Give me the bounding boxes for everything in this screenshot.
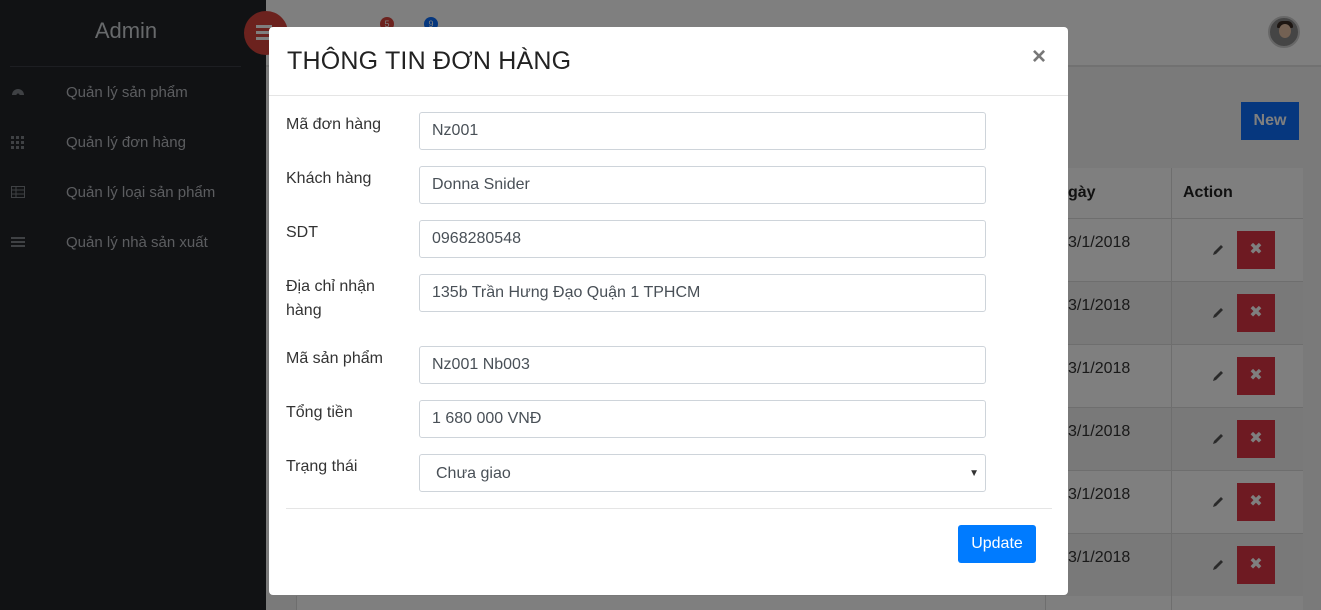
chevron-down-icon: ▼ bbox=[969, 468, 979, 479]
order-id-label: Mã đơn hàng bbox=[286, 116, 381, 133]
status-selected-value: Chưa giao bbox=[436, 465, 511, 482]
customer-field[interactable] bbox=[419, 166, 986, 204]
order-id-field[interactable] bbox=[419, 112, 986, 150]
update-button[interactable]: Update bbox=[958, 525, 1036, 563]
address-field[interactable] bbox=[419, 274, 986, 312]
total-label: Tổng tiền bbox=[286, 404, 353, 421]
modal-footer-divider bbox=[286, 508, 1052, 509]
modal-header-divider bbox=[269, 95, 1068, 96]
total-field[interactable] bbox=[419, 400, 986, 438]
status-select[interactable]: Chưa giao ▼ bbox=[419, 454, 986, 492]
phone-field[interactable] bbox=[419, 220, 986, 258]
address-label: Địa chỉ nhận hàng bbox=[286, 278, 375, 319]
phone-label: SDT bbox=[286, 224, 318, 241]
close-icon[interactable]: × bbox=[1032, 43, 1046, 71]
customer-label: Khách hàng bbox=[286, 170, 372, 187]
product-code-label: Mã sản phẩm bbox=[286, 350, 383, 367]
modal-title: THÔNG TIN ĐƠN HÀNG bbox=[287, 47, 572, 75]
order-info-modal: THÔNG TIN ĐƠN HÀNG × Mã đơn hàng Khách h… bbox=[269, 27, 1068, 595]
status-label: Trạng thái bbox=[286, 458, 358, 475]
product-code-field[interactable] bbox=[419, 346, 986, 384]
